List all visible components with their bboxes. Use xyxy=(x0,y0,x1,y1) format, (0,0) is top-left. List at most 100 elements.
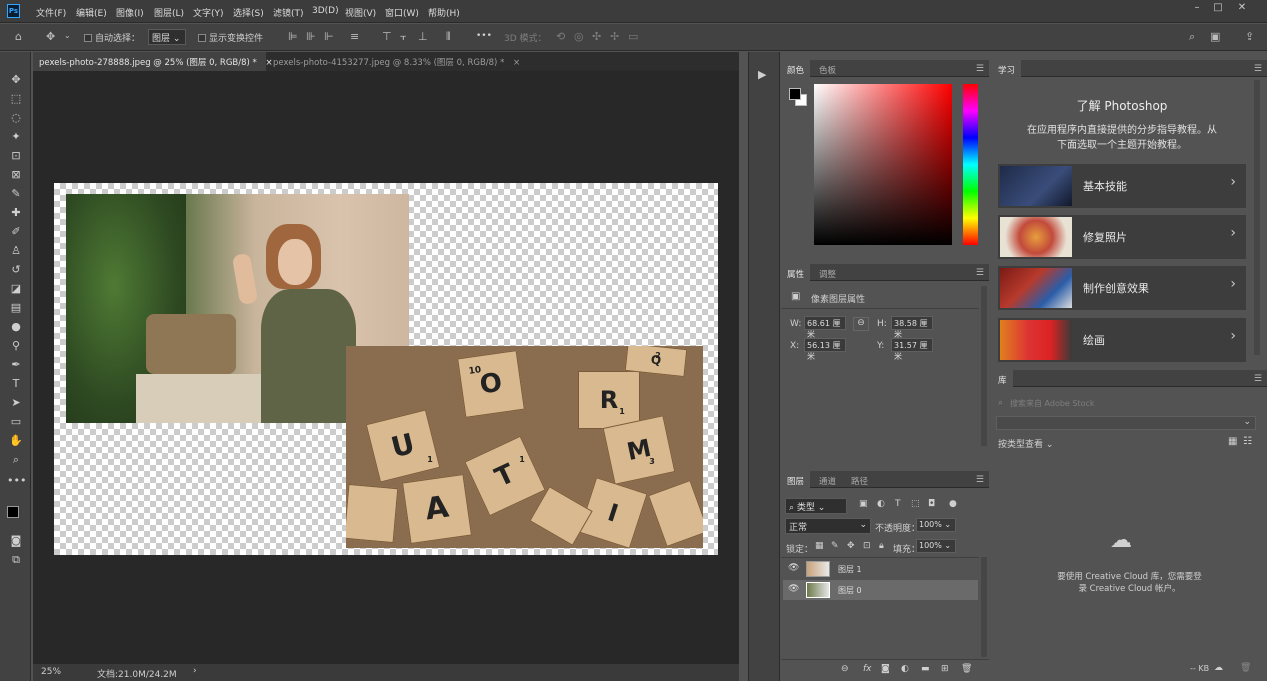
tab-learn[interactable]: 学习 xyxy=(992,60,1022,77)
link-layers-icon[interactable]: ⊖ xyxy=(841,664,849,674)
crop-tool-icon[interactable]: ⊡ xyxy=(7,148,25,164)
search-icon[interactable]: ⌕ xyxy=(1189,30,1195,44)
menu-image[interactable]: 图像(I) xyxy=(116,6,144,19)
distribute-vertical-icon[interactable]: ⫴ xyxy=(446,30,451,44)
move-tool-icon[interactable]: ✥ xyxy=(46,30,55,43)
dodge-tool-icon[interactable]: ⚲ xyxy=(7,338,25,354)
panel-menu-icon[interactable]: ☰ xyxy=(1254,374,1262,384)
menu-view[interactable]: 视图(V) xyxy=(345,6,376,19)
share-icon[interactable]: ⇪ xyxy=(1245,30,1254,43)
edit-toolbar-icon[interactable]: ••• xyxy=(7,473,26,489)
home-icon[interactable]: ⌂ xyxy=(15,30,22,43)
eyedropper-icon[interactable]: ✎ xyxy=(7,186,25,202)
rectangle-tool-icon[interactable]: ▭ xyxy=(7,414,25,430)
learn-item-painting[interactable]: 绘画 › xyxy=(998,318,1246,362)
width-field[interactable]: 68.61 厘米 xyxy=(804,316,846,339)
status-arrow[interactable]: › xyxy=(193,666,197,676)
distribute-icon[interactable]: ≡ xyxy=(350,30,359,43)
list-view-icon[interactable]: ☷ xyxy=(1243,436,1252,447)
hue-slider[interactable] xyxy=(963,84,978,245)
add-mask-icon[interactable]: ◙ xyxy=(881,664,890,674)
stamp-tool-icon[interactable]: ♙ xyxy=(7,243,25,259)
align-right-icon[interactable]: ⊩ xyxy=(324,30,334,43)
workspace-icon[interactable]: ▣ xyxy=(1210,30,1220,43)
new-layer-icon[interactable]: ⊞ xyxy=(941,664,949,674)
filter-smart-object-icon[interactable]: ◘ xyxy=(928,499,935,509)
type-tool-icon[interactable]: T xyxy=(7,376,25,392)
menu-help[interactable]: 帮助(H) xyxy=(428,6,460,19)
tab-document-2[interactable]: pexels-photo-4153277.jpeg @ 8.33% (图层 0,… xyxy=(267,52,520,71)
menu-filter[interactable]: 滤镜(T) xyxy=(273,6,304,19)
tab-adjustments[interactable]: 调整 xyxy=(813,264,842,281)
lock-pixels-icon[interactable]: ✎ xyxy=(831,541,839,551)
new-group-icon[interactable]: ▬ xyxy=(921,664,930,674)
layer-row-0-selected[interactable]: 👁︎ 图层 0 xyxy=(783,580,978,600)
adjustment-layer-icon[interactable]: ◐ xyxy=(901,664,909,674)
magic-wand-icon[interactable]: ✦ xyxy=(7,129,25,145)
visibility-eye-icon[interactable]: 👁︎ xyxy=(788,563,799,573)
panel-menu-icon[interactable]: ☰ xyxy=(976,64,984,74)
cloud-sync-icon[interactable]: ☁ xyxy=(1214,663,1223,673)
blend-mode-dropdown[interactable]: 正常 ⌄ xyxy=(785,518,871,534)
history-icon[interactable]: ▶ xyxy=(758,68,766,81)
learn-item-fix-photos[interactable]: 修复照片 › xyxy=(998,215,1246,259)
align-left-icon[interactable]: ⊫ xyxy=(288,30,298,43)
filter-pixel-icon[interactable]: ▣ xyxy=(859,499,868,509)
align-bottom-icon[interactable]: ⊥ xyxy=(418,30,428,43)
minimize-icon[interactable]: – xyxy=(1187,2,1207,16)
tab-properties[interactable]: 属性 xyxy=(781,264,811,281)
frame-tool-icon[interactable]: ⊠ xyxy=(7,167,25,183)
move-tool-icon[interactable]: ✥ xyxy=(7,72,25,88)
auto-select-checkbox[interactable]: 自动选择： xyxy=(84,31,140,44)
foreground-color-swatch[interactable] xyxy=(7,506,19,518)
properties-scrollbar[interactable] xyxy=(981,286,987,446)
panel-menu-icon[interactable]: ☰ xyxy=(976,268,984,278)
menu-select[interactable]: 选择(S) xyxy=(233,6,264,19)
auto-select-dropdown[interactable]: 图层 ⌄ xyxy=(148,29,186,45)
menu-file[interactable]: 文件(F) xyxy=(36,6,66,19)
learn-scrollbar[interactable] xyxy=(1254,80,1260,355)
x-position-field[interactable]: 56.13 厘米 xyxy=(804,338,846,361)
3d-roll-icon[interactable]: ◎ xyxy=(574,30,584,43)
tab-color[interactable]: 颜色 xyxy=(781,60,811,77)
align-top-icon[interactable]: ⊤ xyxy=(382,30,392,43)
layers-scrollbar[interactable] xyxy=(981,557,987,657)
eraser-tool-icon[interactable]: ◪ xyxy=(7,281,25,297)
trash-icon[interactable]: 🗑︎ xyxy=(961,664,972,674)
tab-document-1[interactable]: pexels-photo-278888.jpeg @ 25% (图层 0, RG… xyxy=(33,52,273,71)
view-by-type-dropdown[interactable]: 按类型查看 ⌄ xyxy=(998,437,1053,450)
fx-icon[interactable]: fx xyxy=(863,664,872,674)
maximize-icon[interactable]: □ xyxy=(1208,2,1228,16)
3d-camera-icon[interactable]: ▭ xyxy=(628,30,638,43)
filter-adjustment-icon[interactable]: ◐ xyxy=(877,499,885,509)
marquee-tool-icon[interactable]: ⬚ xyxy=(7,91,25,107)
learn-item-creative-effects[interactable]: 制作创意效果 › xyxy=(998,266,1246,310)
menu-window[interactable]: 窗口(W) xyxy=(385,6,419,19)
foreground-color-swatch[interactable] xyxy=(789,88,801,100)
quick-mask-icon[interactable]: ◙ xyxy=(7,533,25,549)
menu-3d[interactable]: 3D(D) xyxy=(312,6,339,16)
panel-menu-icon[interactable]: ☰ xyxy=(1254,64,1262,74)
3d-orbit-icon[interactable]: ⟲ xyxy=(556,30,565,43)
library-select-dropdown[interactable]: ⌄ xyxy=(996,416,1256,430)
gradient-tool-icon[interactable]: ▤ xyxy=(7,300,25,316)
tab-layers[interactable]: 图层 xyxy=(781,471,811,488)
height-field[interactable]: 38.58 厘米 xyxy=(891,316,933,339)
filter-type-icon[interactable]: T xyxy=(895,499,901,509)
grid-view-icon[interactable]: ▦ xyxy=(1228,436,1237,447)
blur-tool-icon[interactable]: ● xyxy=(7,319,25,335)
tab-swatches[interactable]: 色板 xyxy=(813,60,842,77)
tab-channels[interactable]: 通道 xyxy=(813,471,842,488)
lock-artboard-icon[interactable]: ⊡ xyxy=(863,541,871,551)
screen-mode-icon[interactable]: ⧉ xyxy=(7,552,25,568)
close-icon[interactable]: ✕ xyxy=(1232,2,1252,16)
filter-toggle-icon[interactable]: ● xyxy=(949,499,957,509)
visibility-eye-icon[interactable]: 👁︎ xyxy=(788,584,799,594)
3d-pan-icon[interactable]: ✣ xyxy=(592,30,601,43)
lock-position-icon[interactable]: ✥ xyxy=(847,541,855,551)
lasso-tool-icon[interactable]: ◌ xyxy=(7,110,25,126)
tab-libraries[interactable]: 库 xyxy=(992,370,1013,387)
layer-row-1[interactable]: 👁︎ 图层 1 xyxy=(783,559,978,579)
path-selection-icon[interactable]: ➤ xyxy=(7,395,25,411)
zoom-tool-icon[interactable]: ⌕ xyxy=(7,452,25,468)
